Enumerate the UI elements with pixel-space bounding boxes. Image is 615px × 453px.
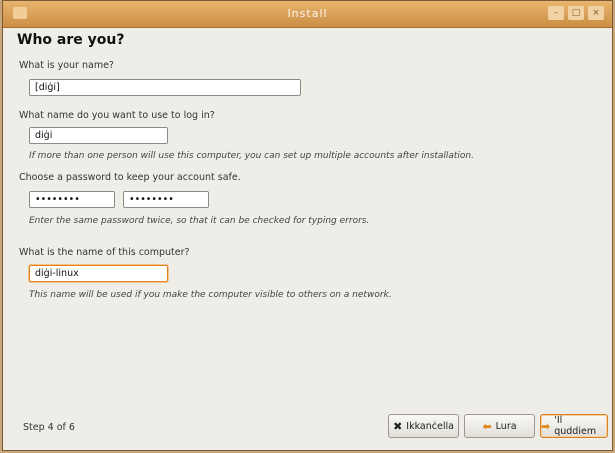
name-label: What is your name? bbox=[19, 60, 114, 71]
password-confirm-field[interactable]: •••••••• bbox=[123, 191, 209, 208]
close-window-icon[interactable]: × bbox=[588, 6, 604, 20]
step-indicator: Step 4 of 6 bbox=[23, 422, 75, 433]
login-label: What name do you want to use to log in? bbox=[19, 110, 215, 121]
computer-name-field[interactable]: diġi-linux bbox=[29, 265, 168, 282]
cancel-button-label: Ikkanċella bbox=[406, 420, 454, 432]
login-name-field[interactable]: diġi bbox=[29, 127, 168, 144]
title-bar: Install – □ × bbox=[3, 1, 612, 28]
close-icon: ✖ bbox=[393, 419, 403, 433]
password-label: Choose a password to keep your account s… bbox=[19, 172, 241, 183]
login-hint: If more than one person will use this co… bbox=[29, 151, 474, 161]
window-controls: – □ × bbox=[548, 6, 604, 20]
forward-arrow-icon: ➡ bbox=[541, 419, 551, 433]
footer-bar: Step 4 of 6 ✖ Ikkanċella ⬅ Lura ➡ 'Il qu… bbox=[3, 406, 612, 450]
forward-button[interactable]: ➡ 'Il quddiem bbox=[540, 414, 608, 438]
maximize-icon[interactable]: □ bbox=[568, 6, 584, 20]
cancel-button[interactable]: ✖ Ikkanċella bbox=[388, 414, 459, 438]
back-arrow-icon: ⬅ bbox=[482, 419, 492, 433]
forward-button-label: 'Il quddiem bbox=[554, 415, 597, 437]
window-title: Install bbox=[287, 7, 328, 20]
full-name-field[interactable]: [diġi] bbox=[29, 79, 301, 96]
back-button-label: Lura bbox=[495, 420, 517, 432]
minimize-icon[interactable]: – bbox=[548, 6, 564, 20]
page-title: Who are you? bbox=[17, 32, 125, 48]
password-hint: Enter the same password twice, so that i… bbox=[29, 216, 370, 226]
installer-window: Install – □ × Who are you? What is your … bbox=[2, 0, 613, 451]
computer-name-label: What is the name of this computer? bbox=[19, 247, 190, 258]
back-button[interactable]: ⬅ Lura bbox=[464, 414, 535, 438]
password-field[interactable]: •••••••• bbox=[29, 191, 115, 208]
computer-name-hint: This name will be used if you make the c… bbox=[29, 290, 392, 300]
